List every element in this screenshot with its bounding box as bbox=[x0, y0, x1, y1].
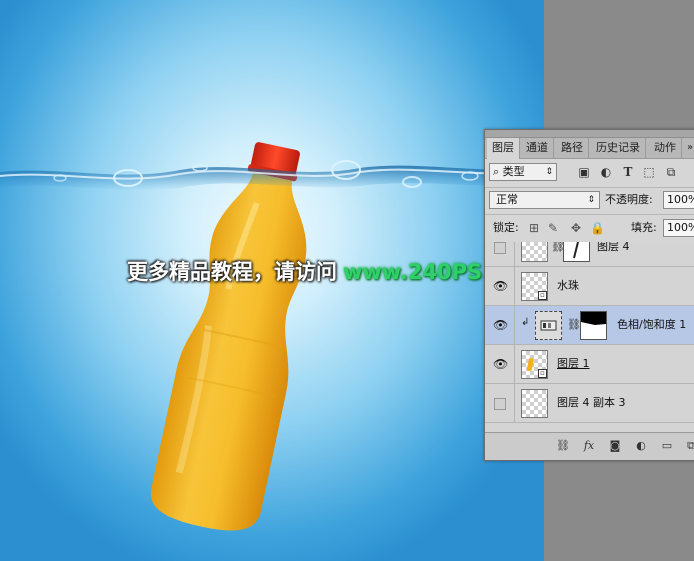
eye-icon[interactable]: 👁 bbox=[493, 318, 508, 332]
blend-mode-select[interactable]: 正常 ⇕ bbox=[489, 191, 600, 209]
bottle-image bbox=[150, 142, 307, 531]
layer-row[interactable]: 👁 ↲ ⛓ 色相/饱和度 1 bbox=[485, 306, 694, 345]
fill-label: 填充: bbox=[631, 221, 657, 234]
blend-row: 正常 ⇕ 不透明度: 100% bbox=[485, 187, 694, 214]
search-icon: ⌕ bbox=[493, 165, 500, 178]
layer-name[interactable]: 图层 4 副本 3 bbox=[557, 396, 626, 410]
smart-object-icon: ▫ bbox=[538, 369, 547, 378]
layer-name[interactable]: 图层 4 bbox=[597, 242, 630, 254]
layer-name[interactable]: 色相/饱和度 1 bbox=[617, 318, 686, 332]
watermark-cn: 更多精品教程，请访问 bbox=[127, 260, 337, 284]
clipping-arrow-icon: ↲ bbox=[521, 317, 530, 328]
layer-thumbnail: ▫ bbox=[521, 350, 548, 379]
layer-thumbnail bbox=[521, 242, 548, 262]
new-fill-adjustment-icon[interactable]: ◐ bbox=[633, 438, 649, 454]
filter-type-select[interactable]: ⌕ 类型 ⇕ bbox=[489, 163, 557, 181]
lock-all-icon[interactable]: 🔒 bbox=[590, 220, 605, 236]
layer-row[interactable]: 👁 ▫ 图层 1 bbox=[485, 345, 694, 384]
lock-brush-icon[interactable]: ✎ bbox=[546, 220, 560, 236]
layer-row[interactable]: 图层 4 副本 3 bbox=[485, 384, 694, 423]
opacity-input[interactable]: 100% bbox=[663, 191, 694, 209]
add-mask-icon[interactable]: ◙ bbox=[607, 438, 623, 454]
new-layer-icon[interactable]: ⧉ bbox=[683, 438, 694, 454]
lock-transparent-icon[interactable]: ⊞ bbox=[527, 220, 541, 236]
document-canvas[interactable]: 更多精品教程，请访问 www.240PS.com bbox=[0, 0, 544, 561]
tab-paths[interactable]: 路径 bbox=[556, 138, 589, 158]
layer-row[interactable]: 👁 ▫ 水珠 bbox=[485, 267, 694, 306]
link-chain-icon[interactable]: ⛓ bbox=[567, 318, 581, 332]
smart-object-icon: ▫ bbox=[538, 291, 547, 300]
layer-mask-thumbnail[interactable] bbox=[580, 311, 607, 340]
layer-row[interactable]: ⛓ 图层 4 bbox=[485, 242, 694, 267]
fx-icon[interactable]: fx bbox=[581, 438, 597, 454]
link-layers-icon[interactable]: ⛓ bbox=[555, 438, 571, 454]
type-filter-icon[interactable]: T bbox=[621, 164, 635, 180]
watermark-text: 更多精品教程，请访问 www.240PS.com bbox=[127, 256, 539, 286]
layer-mask-thumbnail[interactable] bbox=[563, 242, 590, 262]
eye-icon[interactable]: 👁 bbox=[493, 279, 508, 293]
chevron-updown-icon: ⇕ bbox=[587, 195, 595, 205]
layer-name[interactable]: 图层 1 bbox=[557, 357, 590, 371]
visibility-toggle[interactable] bbox=[494, 398, 506, 410]
layer-thumbnail bbox=[521, 389, 548, 418]
layer-filter-row: ⌕ 类型 ⇕ ▣ ◐ T ⬚ ⧉ bbox=[485, 159, 694, 186]
lock-label: 锁定: bbox=[493, 221, 519, 234]
layers-panel: 图层 通道 路径 历史记录 动作 » ⌕ 类型 ⇕ ▣ ◐ T ⬚ ⧉ 正常 ⇕… bbox=[484, 129, 694, 461]
lock-row: 锁定: ⊞ ✎ ✥ 🔒 填充: 100% bbox=[485, 214, 694, 242]
smart-object-filter-icon[interactable]: ⧉ bbox=[664, 164, 678, 180]
tab-history[interactable]: 历史记录 bbox=[591, 138, 646, 158]
new-group-icon[interactable]: ▭ bbox=[659, 438, 675, 454]
panel-tab-bar: 图层 通道 路径 历史记录 动作 » bbox=[485, 130, 694, 159]
tab-layers[interactable]: 图层 bbox=[487, 138, 520, 159]
double-chevron-icon[interactable]: » bbox=[687, 138, 693, 158]
image-filter-icon[interactable]: ▣ bbox=[577, 164, 591, 180]
layer-name[interactable]: 水珠 bbox=[557, 279, 579, 293]
layers-panel-footer: ⛓ fx ◙ ◐ ▭ ⧉ bbox=[485, 432, 694, 460]
layer-thumbnail: ▫ bbox=[521, 272, 548, 301]
lock-move-icon[interactable]: ✥ bbox=[569, 220, 583, 236]
fill-input[interactable]: 100% bbox=[663, 219, 694, 237]
hue-saturation-adjustment-icon[interactable] bbox=[535, 311, 562, 340]
filter-type-label: 类型 bbox=[502, 165, 525, 178]
tab-channels[interactable]: 通道 bbox=[521, 138, 554, 158]
visibility-toggle[interactable] bbox=[494, 242, 506, 254]
tab-actions[interactable]: 动作 bbox=[649, 138, 682, 158]
chevron-updown-icon: ⇕ bbox=[545, 167, 553, 177]
layer-list: ⛓ 图层 4 👁 ▫ 水珠 👁 ↲ ⛓ 色相/饱和度 1 👁 ▫ 图层 1 图层… bbox=[485, 242, 694, 432]
opacity-label: 不透明度: bbox=[605, 193, 653, 206]
panel-drag-grip[interactable] bbox=[485, 130, 694, 138]
blend-mode-value: 正常 bbox=[496, 193, 518, 206]
adjustment-filter-icon[interactable]: ◐ bbox=[599, 164, 613, 180]
bottle-body bbox=[150, 172, 307, 531]
shape-filter-icon[interactable]: ⬚ bbox=[642, 164, 656, 180]
eye-icon[interactable]: 👁 bbox=[493, 357, 508, 371]
